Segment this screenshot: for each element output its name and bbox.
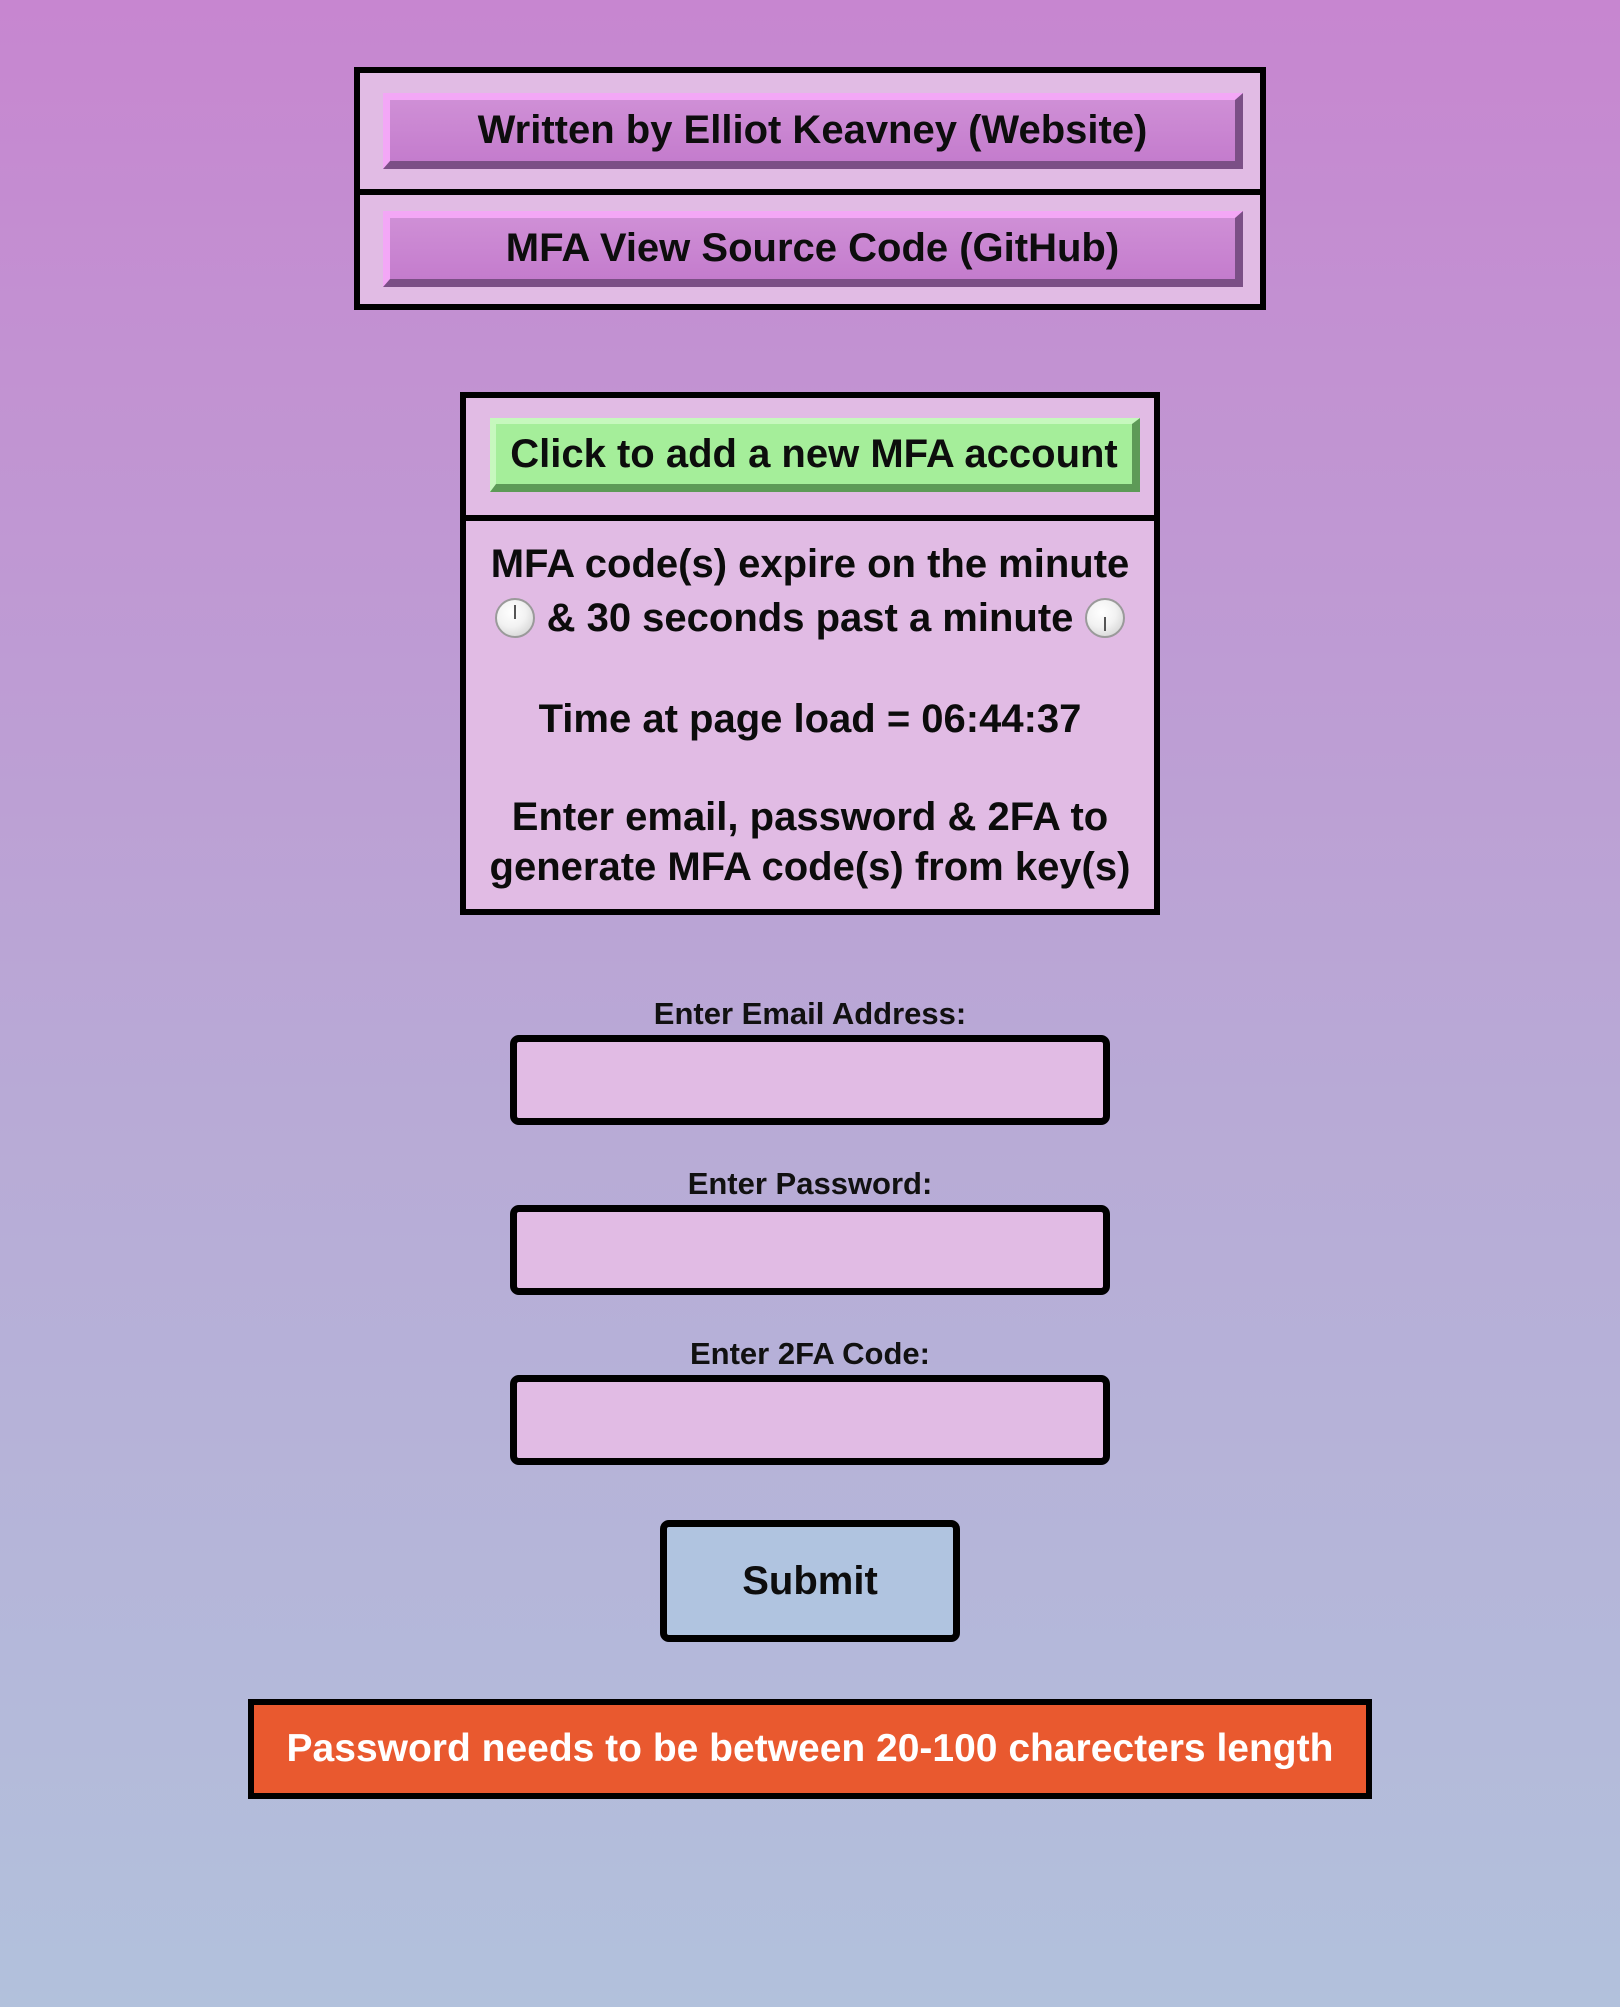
instructions-line-1: Enter email, password & 2FA to	[511, 795, 1109, 839]
github-link-label: MFA View Source Code (GitHub)	[505, 226, 1120, 270]
instructions: Enter email, password & 2FA to generate …	[466, 792, 1154, 892]
expiry-notice: MFA code(s) expire on the minute & 30 se…	[466, 537, 1154, 645]
email-label: Enter Email Address:	[653, 996, 967, 1031]
instructions-line-2: generate MFA code(s) from key(s)	[489, 845, 1131, 889]
website-link-button[interactable]: Written by Elliot Keavney (Website)	[383, 93, 1243, 169]
info-panel: Click to add a new MFA account MFA code(…	[460, 392, 1160, 915]
error-message: Password needs to be between 20-100 char…	[248, 1699, 1372, 1799]
twofa-label: Enter 2FA Code:	[690, 1336, 930, 1371]
clock-twelve-thirty-icon	[1084, 598, 1125, 638]
add-mfa-account-label: Click to add a new MFA account	[510, 431, 1118, 476]
links-divider	[360, 189, 1260, 195]
links-panel: Written by Elliot Keavney (Website) MFA …	[354, 67, 1266, 310]
page-load-time: Time at page load = 06:44:37	[538, 697, 1082, 741]
clock-twelve-icon	[495, 598, 536, 638]
submit-button[interactable]: Submit	[660, 1520, 960, 1642]
password-label: Enter Password:	[687, 1166, 933, 1201]
info-divider	[466, 515, 1154, 521]
email-field[interactable]	[510, 1035, 1110, 1125]
website-link-label: Written by Elliot Keavney (Website)	[477, 108, 1148, 152]
expiry-line-2: & 30 seconds past a minute	[546, 596, 1074, 640]
password-field[interactable]	[510, 1205, 1110, 1295]
github-link-button[interactable]: MFA View Source Code (GitHub)	[383, 211, 1243, 287]
twofa-code-field[interactable]	[510, 1375, 1110, 1465]
expiry-line-2-row: & 30 seconds past a minute	[466, 591, 1154, 645]
error-message-text: Password needs to be between 20-100 char…	[286, 1727, 1334, 1770]
add-mfa-account-button[interactable]: Click to add a new MFA account	[490, 418, 1140, 492]
expiry-line-1: MFA code(s) expire on the minute	[490, 542, 1130, 586]
